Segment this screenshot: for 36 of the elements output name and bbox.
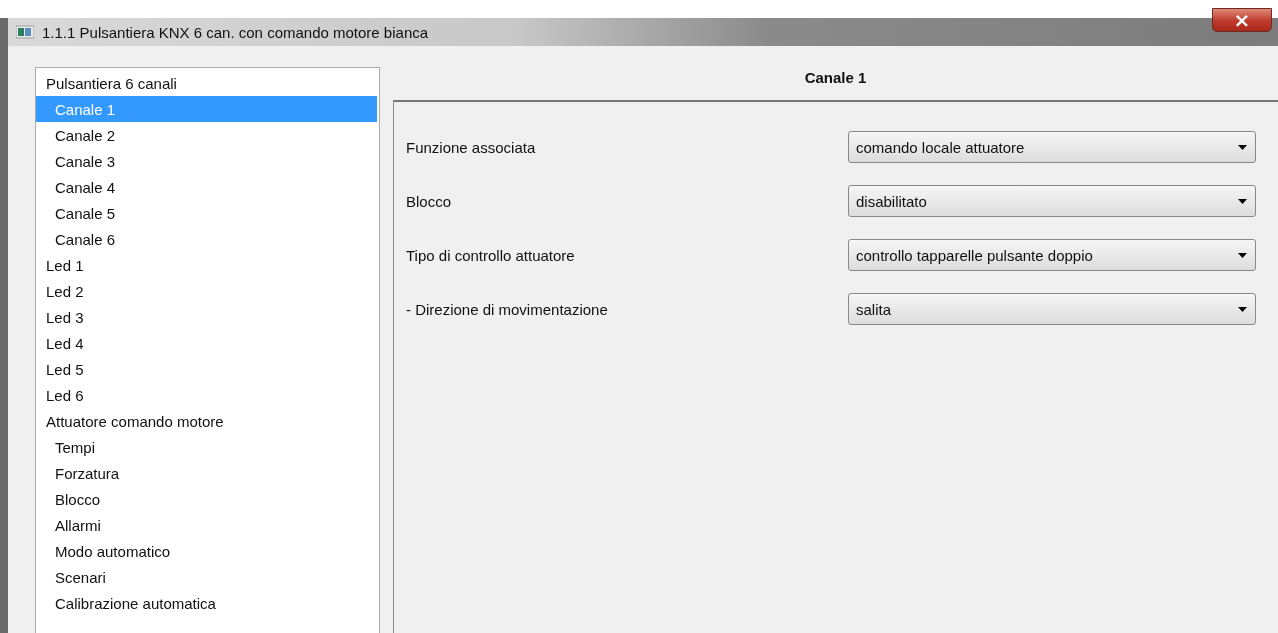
window-icon bbox=[16, 25, 34, 39]
tree-item[interactable]: Forzatura bbox=[36, 460, 377, 486]
caret-icon bbox=[1238, 198, 1247, 204]
tree-item[interactable]: Led 1 bbox=[36, 252, 377, 278]
tree-item[interactable]: Led 3 bbox=[36, 304, 377, 330]
tree-item[interactable]: Canale 4 bbox=[36, 174, 377, 200]
tree-item[interactable]: Canale 2 bbox=[36, 122, 377, 148]
tree-item[interactable]: Tempi bbox=[36, 434, 377, 460]
tree-item[interactable]: Led 4 bbox=[36, 330, 377, 356]
tree-item[interactable]: Scenari bbox=[36, 564, 377, 590]
dropdown[interactable]: controllo tapparelle pulsante doppio bbox=[848, 239, 1256, 271]
tree-item[interactable]: Canale 5 bbox=[36, 200, 377, 226]
tree-item[interactable]: Led 2 bbox=[36, 278, 377, 304]
dropdown[interactable]: salita bbox=[848, 293, 1256, 325]
tree-item[interactable]: Canale 6 bbox=[36, 226, 377, 252]
caret-icon bbox=[1238, 144, 1247, 150]
caret-icon bbox=[1238, 306, 1247, 312]
panel-heading: Canale 1 bbox=[803, 68, 868, 88]
tree-item[interactable]: Blocco bbox=[36, 486, 377, 512]
tree-item[interactable]: Led 5 bbox=[36, 356, 377, 382]
close-button[interactable]: × bbox=[1212, 8, 1272, 32]
window-title: 1.1.1 Pulsantiera KNX 6 can. con comando motore bianca bbox=[42, 23, 429, 41]
tree-item[interactable]: Attuatore comando motore bbox=[36, 408, 377, 434]
tree-item[interactable]: Modo automatico bbox=[36, 538, 377, 564]
tree-item[interactable]: Pulsantiera 6 canali bbox=[36, 70, 377, 96]
tree-item[interactable]: Calibrazione automatica bbox=[36, 590, 377, 616]
dropdown[interactable]: comando locale attuatore bbox=[848, 131, 1256, 163]
tree-item[interactable]: Allarmi bbox=[36, 512, 377, 538]
parameter-label: Funzione associata bbox=[406, 138, 536, 156]
tree-item[interactable]: Led 6 bbox=[36, 382, 377, 408]
tree-item[interactable]: Canale 3 bbox=[36, 148, 377, 174]
parameter-label: Tipo di controllo attuatore bbox=[406, 246, 575, 264]
dropdown[interactable]: disabilitato bbox=[848, 185, 1256, 217]
parameter-label: Blocco bbox=[406, 192, 452, 210]
caret-icon bbox=[1238, 252, 1247, 258]
parameter-label: - Direzione di movimentazione bbox=[406, 300, 608, 318]
